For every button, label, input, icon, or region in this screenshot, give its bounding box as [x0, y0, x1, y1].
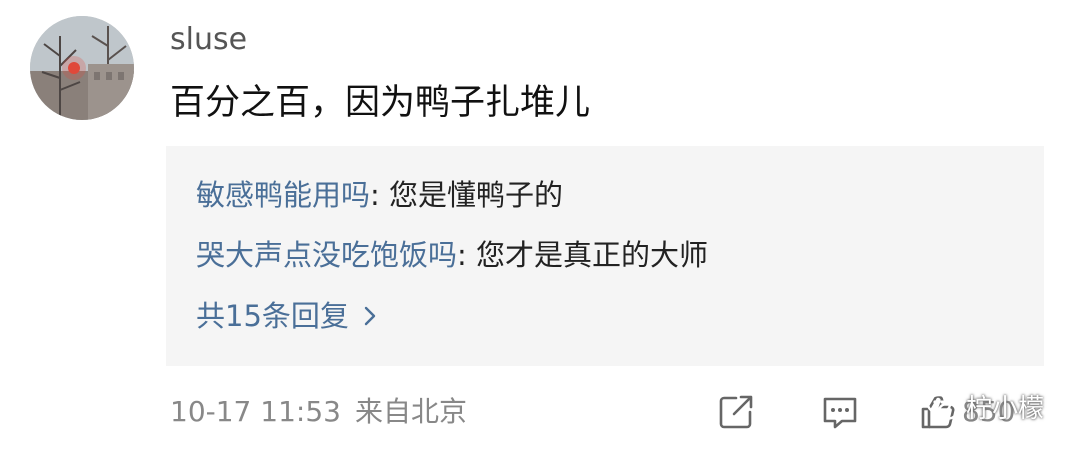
avatar-photo-icon: [30, 16, 134, 120]
comment-username[interactable]: sluse: [170, 20, 247, 60]
avatar[interactable]: [30, 16, 134, 120]
share-icon: [719, 395, 753, 429]
reply-item[interactable]: 敏感鸭能用吗: 您是懂鸭子的: [196, 175, 563, 215]
share-button[interactable]: [716, 392, 756, 432]
chevron-right-icon: [363, 305, 377, 327]
view-more-replies-button[interactable]: 共15条回复: [196, 296, 377, 336]
wechat-icon: [926, 392, 960, 422]
reply-author[interactable]: 哭大声点没吃饱饭吗: [196, 238, 457, 272]
comment-button[interactable]: [820, 392, 860, 432]
comment-date: 10-17 11:53: [170, 395, 341, 428]
reply-text: 您才是真正的大师: [476, 238, 709, 272]
comment-text: 百分之百，因为鸭子扎堆儿: [170, 83, 591, 123]
comment-location: 来自北京: [354, 395, 467, 428]
more-replies-label: 共15条回复: [196, 299, 349, 333]
watermark: 柠小檬: [926, 388, 1044, 425]
watermark-text: 柠小檬: [966, 394, 1045, 424]
reply-separator: :: [370, 178, 390, 212]
reply-text: 您是懂鸭子的: [389, 178, 564, 212]
replies-panel[interactable]: 敏感鸭能用吗: 您是懂鸭子的 哭大声点没吃饱饭吗: 您才是真正的大师 共15条回…: [166, 146, 1044, 366]
reply-author[interactable]: 敏感鸭能用吗: [196, 178, 370, 212]
reply-item[interactable]: 哭大声点没吃饱饭吗: 您才是真正的大师: [196, 235, 708, 275]
reply-separator: :: [457, 238, 477, 272]
comment-meta: 10-17 11:53 来自北京: [170, 392, 467, 432]
comment-icon: [823, 397, 857, 429]
